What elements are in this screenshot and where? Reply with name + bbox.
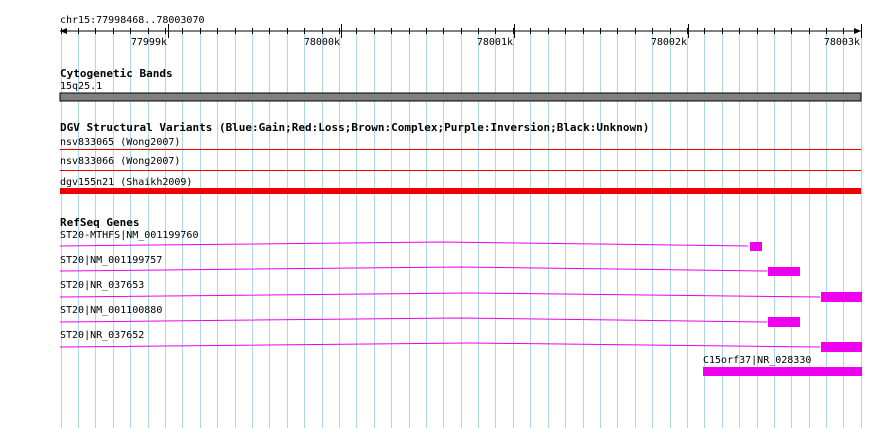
cytoband-bar[interactable]: [59, 92, 862, 102]
cytoband-label: 15q25.1: [60, 81, 103, 92]
refseq-track-title: RefSeq Genes: [60, 216, 140, 229]
dgv-feature-dgv155n21[interactable]: [60, 188, 861, 194]
ruler-tick-label: 78001k: [477, 37, 513, 48]
gene-st20-nm-001100880[interactable]: [59, 317, 800, 327]
gene-exon[interactable]: [750, 242, 762, 251]
dgv-feature-label[interactable]: dgv155n21 (Shaikh2009): [60, 177, 192, 188]
gene-st20-nm-001199757[interactable]: [59, 266, 800, 276]
gene-label[interactable]: ST20|NR_037653: [60, 280, 144, 291]
ruler-tick-label: 77999k: [131, 37, 167, 48]
locus-label: chr15:77998468..78003070: [60, 15, 205, 26]
gene-c15orf37-nr-028330[interactable]: [703, 367, 862, 376]
gene-exon[interactable]: [821, 292, 862, 302]
gene-label[interactable]: ST20|NR_037652: [60, 330, 144, 341]
gene-label[interactable]: ST20|NM_001100880: [60, 305, 162, 316]
cytoband-track-title: Cytogenetic Bands: [60, 67, 173, 80]
dgv-track-title: DGV Structural Variants (Blue:Gain;Red:L…: [60, 121, 650, 134]
dgv-feature-label[interactable]: nsv833066 (Wong2007): [60, 156, 180, 167]
gene-exon[interactable]: [821, 342, 862, 352]
ruler-tick-label: 78003k: [824, 37, 860, 48]
gene-label[interactable]: ST20|NM_001199757: [60, 255, 162, 266]
dgv-feature-label[interactable]: nsv833065 (Wong2007): [60, 137, 180, 148]
gene-exon[interactable]: [703, 367, 862, 376]
cytoband-track[interactable]: [59, 92, 862, 102]
gene-label[interactable]: C15orf37|NR_028330: [703, 355, 811, 366]
gene-exon[interactable]: [768, 267, 800, 276]
ruler-tick-label: 78000k: [304, 37, 340, 48]
ruler-tick-label: 78002k: [651, 37, 687, 48]
gene-label[interactable]: ST20-MTHFS|NM_001199760: [60, 230, 198, 241]
ruler-arrow-right: [854, 28, 861, 34]
coordinate-ruler[interactable]: 77999k 78000k 78001k 78002k 78003k: [60, 24, 862, 48]
gene-exon[interactable]: [768, 317, 800, 327]
